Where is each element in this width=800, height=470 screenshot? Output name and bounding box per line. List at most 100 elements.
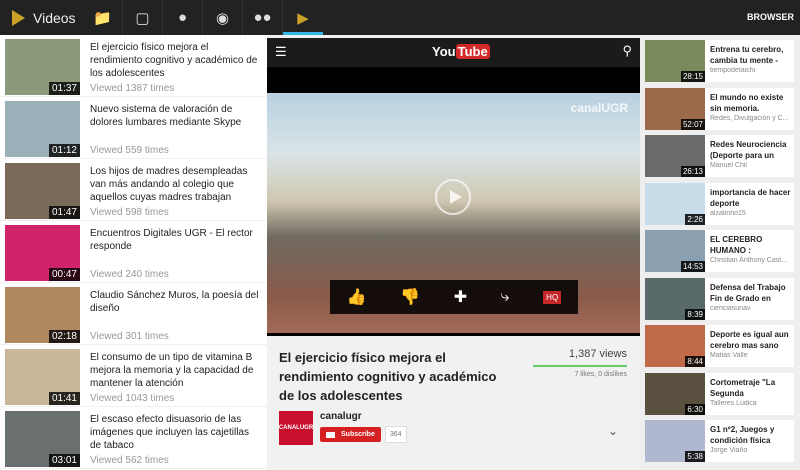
video-title[interactable]: El ejercicio físico mejora el rendimient… (90, 41, 260, 80)
channel-logo[interactable]: CANALUGR (279, 411, 313, 445)
channel-name: tiempodetaichi (710, 67, 756, 74)
like-bar (533, 365, 627, 367)
video-title[interactable]: EL CEREBRO HUMANO : (710, 234, 792, 256)
related-item[interactable]: 8:39 Defensa del Trabajo Fin de Grado en… (645, 277, 794, 320)
video-thumbnail[interactable]: 52:07 (645, 87, 705, 130)
related-item[interactable]: 14:53 EL CEREBRO HUMANO : Christian Anth… (645, 230, 794, 272)
video-title[interactable]: importancia de hacer deporte (710, 187, 792, 209)
channel-name: Redes, Divulgación y C... (710, 114, 789, 122)
location-pin-icon[interactable]: ◉ (203, 0, 243, 35)
list-item[interactable]: 01:47 Los hijos de madres desempleadas v… (0, 159, 267, 221)
video-thumbnail[interactable]: 00:47 (5, 225, 80, 281)
view-count: 1,387 views (568, 348, 627, 360)
video-thumbnail[interactable]: 8:44 (645, 325, 705, 367)
duration: 5:38 (685, 451, 705, 462)
view-count: Viewed 598 times (90, 207, 169, 218)
video-thumbnail[interactable]: 6:30 (645, 372, 705, 415)
browser-button[interactable]: BROWSER (747, 12, 794, 22)
channel-name: Talleres Lúdica (710, 399, 757, 407)
video-frame[interactable]: canalUGR 👍 👎 ✚ ⤷ HQ (267, 93, 640, 333)
youtube-logo: You Tube (432, 44, 490, 59)
view-count: Viewed 559 times (90, 145, 169, 156)
view-count: Viewed 240 times (90, 269, 169, 280)
video-thumbnail[interactable]: 01:37 (5, 39, 80, 95)
related-item[interactable]: 8:44 Deporte es igual aun cerebro mas sa… (645, 325, 794, 367)
likes-text: 7 likes, 0 dislikes (574, 371, 627, 378)
list-item[interactable]: 03:01 El escaso efecto disuasorio de las… (0, 407, 267, 469)
video-title[interactable]: Nuevo sistema de valoración de dolores l… (90, 103, 260, 129)
related-item[interactable]: 28:15 Entrena tu cerebro, cambia tu ment… (645, 40, 794, 82)
person-icon[interactable]: ● (163, 0, 203, 35)
group-icon[interactable]: ●● (243, 0, 283, 35)
video-title[interactable]: Los hijos de madres desempleadas van más… (90, 165, 260, 204)
related-item[interactable]: 52:07 El mundo no existe sin memoria. Re… (645, 87, 794, 130)
list-item[interactable]: 01:41 El consumo de un tipo de vitamina … (0, 345, 267, 407)
duration: 03:01 (48, 454, 80, 467)
channel-name: Manuel Chil (710, 162, 747, 169)
app-play-icon (12, 9, 25, 26)
video-title[interactable]: El escaso efecto disuasorio de las imáge… (90, 413, 260, 452)
related-item[interactable]: 5:38 G1 nº2, Juegos y condición física J… (645, 420, 794, 462)
channel-name[interactable]: canalugr (320, 411, 407, 422)
channel-name: Matias Valle (710, 352, 748, 359)
related-item[interactable]: 2:26 importancia de hacer deporte alzati… (645, 182, 794, 225)
add-icon[interactable]: ✚ (454, 287, 467, 307)
video-title[interactable]: El mundo no existe sin memoria. (710, 92, 792, 114)
youtube-panel: ☰ You Tube ⚲ canalUGR 👍 👎 ✚ ⤷ HQ El ejerc… (267, 35, 640, 470)
calendar-icon[interactable]: ▢ (123, 0, 163, 35)
video-title[interactable]: G1 nº2, Juegos y condición física (710, 424, 792, 446)
video-title[interactable]: Redes Neurociencia (Deporte para un (710, 139, 792, 161)
view-count: Viewed 1387 times (90, 83, 175, 94)
duration: 8:39 (685, 308, 705, 320)
video-thumbnail[interactable]: 28:15 (645, 40, 705, 82)
like-icon[interactable]: 👍 (347, 287, 367, 307)
video-thumbnail[interactable]: 01:41 (5, 349, 80, 405)
duration: 14:53 (680, 261, 705, 272)
list-item[interactable]: 00:47 Encuentros Digitales UGR - El rect… (0, 221, 267, 283)
share-icon[interactable]: ⤷ (501, 288, 510, 306)
video-title[interactable]: Deporte es igual aun cerebro mas sano (710, 329, 792, 351)
video-thumbnail[interactable]: 03:01 (5, 411, 80, 467)
video-thumbnail[interactable]: 01:47 (5, 163, 80, 219)
subscriber-count: 364 (384, 426, 407, 443)
duration: 52:07 (680, 118, 705, 130)
video-thumbnail[interactable]: 8:39 (645, 277, 705, 320)
duration: 2:26 (685, 213, 705, 225)
video-title[interactable]: El consumo de un tipo de vitamina B mejo… (90, 351, 260, 390)
view-count: Viewed 562 times (90, 455, 169, 466)
youtube-icon (326, 431, 335, 438)
subscribe-button[interactable]: Subscribe (320, 427, 381, 442)
video-title: El ejercicio físico mejora el rendimient… (279, 350, 497, 403)
list-item[interactable]: 01:37 El ejercicio físico mejora el rend… (0, 35, 267, 97)
video-thumbnail[interactable]: 26:13 (645, 135, 705, 177)
duration: 28:15 (680, 71, 705, 82)
video-title[interactable]: Entrena tu cerebro, cambia tu mente - (710, 44, 792, 66)
search-icon[interactable]: ⚲ (622, 43, 632, 59)
video-thumbnail[interactable]: 5:38 (645, 420, 705, 462)
menu-icon[interactable]: ☰ (275, 44, 287, 60)
chevron-down-icon[interactable]: ⌄ (608, 424, 618, 438)
video-title[interactable]: Encuentros Digitales UGR - El rector res… (90, 227, 260, 253)
video-thumbnail[interactable]: 2:26 (645, 182, 705, 225)
folder-icon[interactable]: 📁 (83, 0, 123, 35)
video-title[interactable]: Claudio Sánchez Muros, la poesía del dis… (90, 289, 260, 315)
related-item[interactable]: 26:13 Redes Neurociencia (Deporte para u… (645, 135, 794, 177)
video-title[interactable]: Defensa del Trabajo Fin de Grado en (710, 282, 792, 304)
video-list: 01:37 El ejercicio físico mejora el rend… (0, 35, 267, 470)
video-thumbnail[interactable]: 01:12 (5, 101, 80, 157)
related-item[interactable]: 6:30 Cortometraje "La Segunda Talleres L… (645, 372, 794, 415)
duration: 6:30 (685, 403, 705, 415)
channel-name: alzatinho15 (710, 209, 746, 217)
hq-button[interactable]: HQ (543, 290, 562, 304)
video-thumbnail[interactable]: 02:18 (5, 287, 80, 343)
list-item[interactable]: 01:12 Nuevo sistema de valoración de dol… (0, 97, 267, 159)
play-tab-icon[interactable]: ▶ (283, 0, 323, 35)
top-bar: Videos 📁 ▢ ● ◉ ●● ▶ BROWSER (0, 0, 800, 35)
video-title[interactable]: Cortometraje "La Segunda (710, 377, 792, 399)
play-button[interactable] (435, 179, 471, 215)
video-player[interactable]: canalUGR 👍 👎 ✚ ⤷ HQ (267, 67, 640, 336)
list-item[interactable]: 02:18 Claudio Sánchez Muros, la poesía d… (0, 283, 267, 345)
channel-name: Christian Anthony Cast... (710, 257, 788, 264)
video-thumbnail[interactable]: 14:53 (645, 230, 705, 272)
dislike-icon[interactable]: 👎 (400, 287, 420, 307)
